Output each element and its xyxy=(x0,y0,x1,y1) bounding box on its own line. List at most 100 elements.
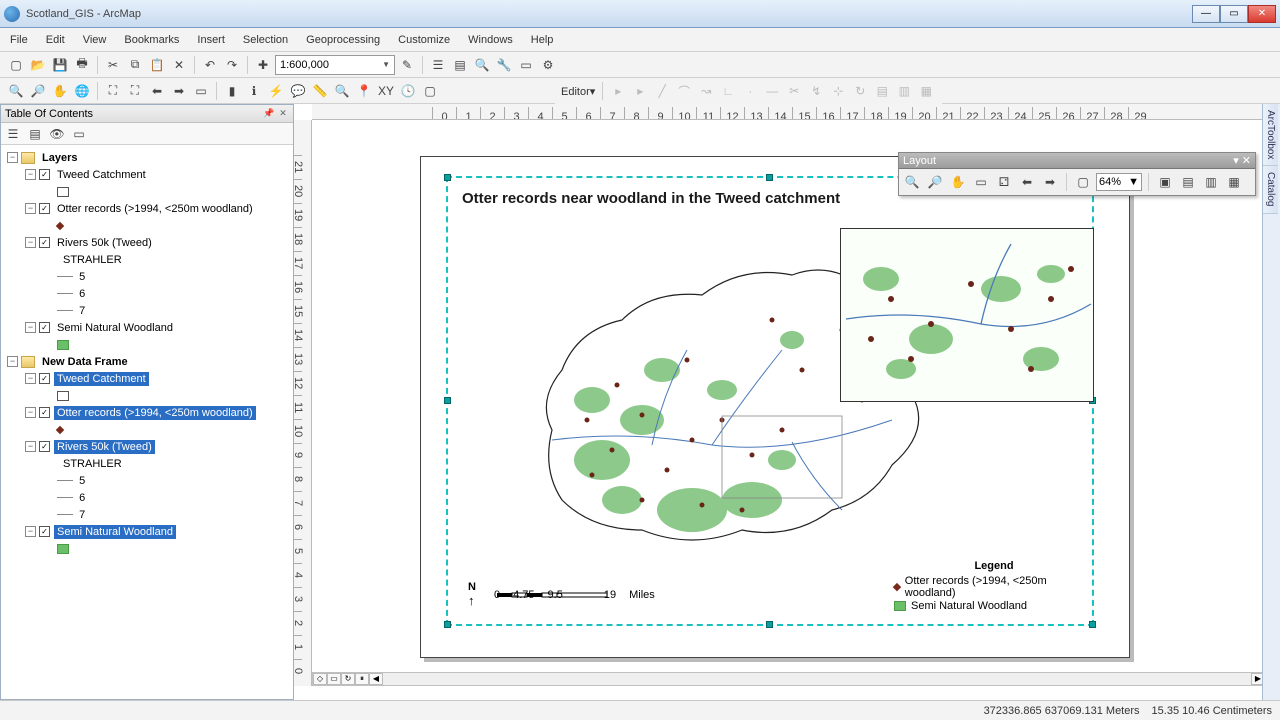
layout-view[interactable]: 0123456789101112131415161718192021222324… xyxy=(294,104,1280,700)
menu-view[interactable]: View xyxy=(83,34,107,46)
fixed-zoomin-icon[interactable]: ⛶ xyxy=(103,81,123,101)
midpoint-icon[interactable]: · xyxy=(740,81,760,101)
list-by-source-icon[interactable]: ▤ xyxy=(25,124,45,144)
select-features-icon[interactable]: ▭ xyxy=(191,81,211,101)
measure-icon[interactable]: 📏 xyxy=(310,81,330,101)
split-icon[interactable]: ⊹ xyxy=(828,81,848,101)
toc-tree[interactable]: − Layers − ✓ Tweed Catchment − ✓ Otter r… xyxy=(1,145,293,699)
html-popup-icon[interactable]: 💬 xyxy=(288,81,308,101)
expand-icon[interactable]: − xyxy=(25,526,36,537)
symbol-row[interactable]: 5 xyxy=(3,472,291,489)
data-view-button[interactable]: ◇ xyxy=(313,673,327,685)
layout-toolbar[interactable]: Layout ▾ ✕ 🔍 🔎 ✋ ▭ ⚁ ⬅ ➡ ▢ 64%▼ xyxy=(898,152,1256,196)
expand-icon[interactable]: − xyxy=(7,152,18,163)
expand-icon[interactable]: − xyxy=(7,356,18,367)
arctoolbox-tab[interactable]: ArcToolbox xyxy=(1263,104,1278,166)
menu-help[interactable]: Help xyxy=(531,34,554,46)
menu-edit[interactable]: Edit xyxy=(46,34,65,46)
print-icon[interactable]: 🖶 xyxy=(72,55,92,75)
resize-handle[interactable] xyxy=(766,174,773,181)
layer-checkbox[interactable]: ✓ xyxy=(39,407,50,418)
symbol-row[interactable] xyxy=(3,421,291,438)
data-frame[interactable]: − New Data Frame xyxy=(3,353,291,370)
right-angle-icon[interactable]: ∟ xyxy=(718,81,738,101)
symbol-row[interactable] xyxy=(3,387,291,404)
endpoint-arc-icon[interactable]: ⌒ xyxy=(674,81,694,101)
layer-label[interactable]: Tweed Catchment xyxy=(54,372,149,386)
data-driven-pages-icon[interactable]: ▥ xyxy=(1201,172,1221,192)
symbol-row[interactable]: 5 xyxy=(3,268,291,285)
zoom-100-icon[interactable]: ⚁ xyxy=(994,172,1014,192)
find-icon[interactable]: 🔍 xyxy=(332,81,352,101)
create-features-icon[interactable]: ▦ xyxy=(916,81,936,101)
layout-zoom-input[interactable]: 64%▼ xyxy=(1096,173,1142,191)
symbol-row[interactable]: 6 xyxy=(3,489,291,506)
resize-handle[interactable] xyxy=(444,397,451,404)
list-by-visibility-icon[interactable]: 👁 xyxy=(47,124,67,144)
layer-label[interactable]: Otter records (>1994, <250m woodland) xyxy=(54,406,256,420)
resize-handle[interactable] xyxy=(444,621,451,628)
pause-drawing-icon[interactable]: ⏸ xyxy=(355,673,369,685)
inset-map-frame[interactable] xyxy=(840,228,1094,402)
resize-handle[interactable] xyxy=(444,174,451,181)
expand-icon[interactable]: − xyxy=(25,237,36,248)
edit-annotation-icon[interactable]: ▸ xyxy=(630,81,650,101)
menu-geoprocessing[interactable]: Geoprocessing xyxy=(306,34,380,46)
open-icon[interactable]: 📂 xyxy=(28,55,48,75)
layer-row[interactable]: − ✓ Rivers 50k (Tweed) xyxy=(3,234,291,251)
refresh-icon[interactable]: ↻ xyxy=(341,673,355,685)
layer-checkbox[interactable]: ✓ xyxy=(39,322,50,333)
symbol-row[interactable]: 7 xyxy=(3,302,291,319)
expand-icon[interactable]: − xyxy=(25,407,36,418)
layer-label[interactable]: Semi Natural Woodland xyxy=(54,321,176,335)
list-by-drawing-icon[interactable]: ☰ xyxy=(3,124,23,144)
symbol-row[interactable] xyxy=(3,336,291,353)
layout-zoomin-icon[interactable]: 🔍 xyxy=(902,172,922,192)
layout-canvas[interactable]: Otter records near woodland in the Tweed… xyxy=(312,120,1266,670)
redo-icon[interactable]: ↷ xyxy=(222,55,242,75)
symbol-row[interactable]: 6 xyxy=(3,285,291,302)
layout-zoomout-icon[interactable]: 🔎 xyxy=(925,172,945,192)
expand-icon[interactable]: − xyxy=(25,441,36,452)
layer-checkbox[interactable]: ✓ xyxy=(39,373,50,384)
sketch-props-icon[interactable]: ▥ xyxy=(894,81,914,101)
data-frame[interactable]: − Layers xyxy=(3,149,291,166)
reshape-icon[interactable]: ↯ xyxy=(806,81,826,101)
map-title[interactable]: Otter records near woodland in the Tweed… xyxy=(462,190,840,207)
fixed-zoomout-icon[interactable]: ⛶ xyxy=(125,81,145,101)
distance-icon[interactable]: — xyxy=(762,81,782,101)
menu-bookmarks[interactable]: Bookmarks xyxy=(124,34,179,46)
menu-customize[interactable]: Customize xyxy=(398,34,450,46)
expand-icon[interactable]: − xyxy=(25,203,36,214)
layer-checkbox[interactable]: ✓ xyxy=(39,526,50,537)
maximize-button[interactable]: ▭ xyxy=(1220,5,1248,23)
expand-icon[interactable]: − xyxy=(25,322,36,333)
menu-file[interactable]: File xyxy=(10,34,28,46)
menu-selection[interactable]: Selection xyxy=(243,34,288,46)
layer-checkbox[interactable]: ✓ xyxy=(39,441,50,452)
new-icon[interactable]: ▢ xyxy=(6,55,26,75)
go-prev-extent-icon[interactable]: ⬅ xyxy=(1017,172,1037,192)
zoom-out-icon[interactable]: 🔎 xyxy=(28,81,48,101)
scroll-left-icon[interactable]: ◀ xyxy=(369,673,383,685)
change-layout-icon[interactable]: ▤ xyxy=(1178,172,1198,192)
save-icon[interactable]: 💾 xyxy=(50,55,70,75)
straight-segment-icon[interactable]: ╱ xyxy=(652,81,672,101)
find-route-icon[interactable]: 📍 xyxy=(354,81,374,101)
layer-label[interactable]: Semi Natural Woodland xyxy=(54,525,176,539)
layer-row[interactable]: − ✓ Semi Natural Woodland xyxy=(3,319,291,336)
layout-toolbar-header[interactable]: Layout ▾ ✕ xyxy=(899,153,1255,169)
layer-label[interactable]: Rivers 50k (Tweed) xyxy=(54,440,155,454)
pin-icon[interactable]: 📌 xyxy=(263,108,275,120)
paste-icon[interactable]: 📋 xyxy=(147,55,167,75)
goto-xy-icon[interactable]: XY xyxy=(376,81,396,101)
list-by-selection-icon[interactable]: ▭ xyxy=(69,124,89,144)
layer-row[interactable]: − ✓ Tweed Catchment xyxy=(3,166,291,183)
add-data-icon[interactable]: ✚ xyxy=(253,55,273,75)
time-slider-icon[interactable]: 🕓 xyxy=(398,81,418,101)
scale-bar[interactable]: 0 4.75 9.5 19 Miles xyxy=(492,587,655,601)
delete-icon[interactable]: ✕ xyxy=(169,55,189,75)
hyperlink-icon[interactable]: ⚡ xyxy=(266,81,286,101)
python-icon[interactable]: ▭ xyxy=(516,55,536,75)
cut-poly-icon[interactable]: ✂ xyxy=(784,81,804,101)
